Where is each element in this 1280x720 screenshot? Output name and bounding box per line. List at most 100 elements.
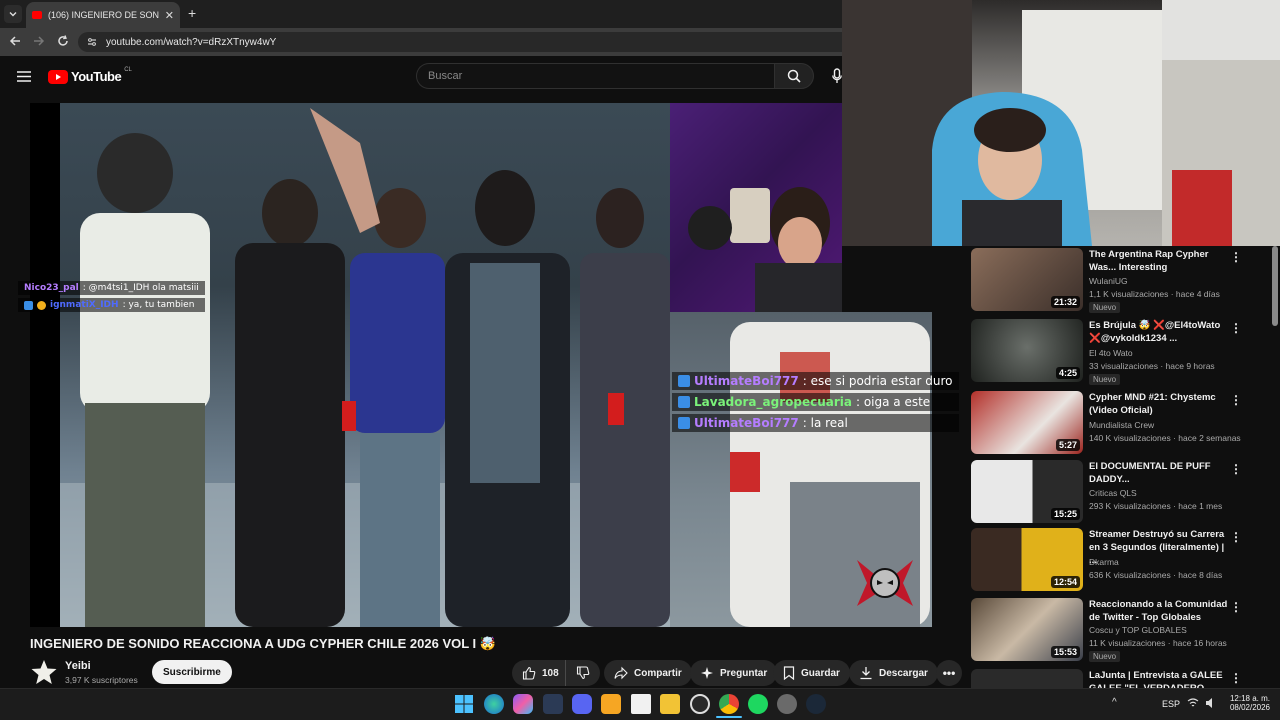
video-thumbnail[interactable]: 4:25 xyxy=(971,319,1083,382)
edge-icon[interactable] xyxy=(484,694,504,714)
recommendation-channel[interactable]: Criticas QLS xyxy=(1089,488,1137,498)
chat-text: : oiga a este xyxy=(855,395,931,409)
video-thumbnail[interactable]: 15:53 xyxy=(971,598,1083,661)
channel-name[interactable]: Yeibi xyxy=(65,660,91,672)
back-button[interactable] xyxy=(8,34,22,48)
more-horizontal-icon: ••• xyxy=(942,666,956,680)
recommendation-channel[interactable]: WulaniUG xyxy=(1089,276,1128,286)
recommendation-channel[interactable]: Dkarma xyxy=(1089,557,1119,567)
recommendation-title[interactable]: Cypher MND #21: Chystemc (Video Oficial) xyxy=(1089,391,1229,417)
chat-message: Lavadora_agropecuaria : oiga a este xyxy=(672,393,959,411)
search-input[interactable]: Buscar xyxy=(416,63,774,89)
chevron-up-icon[interactable]: ^ xyxy=(1112,697,1117,708)
steam-icon[interactable] xyxy=(806,694,826,714)
recommendation-meta: 140 K visualizaciones · hace 2 semanas xyxy=(1089,433,1241,443)
video-thumbnail[interactable]: 21:32 xyxy=(971,248,1083,311)
recommendation-title[interactable]: LaJunta | Entrevista a GALEE GALEE "EL V… xyxy=(1089,669,1229,688)
more-options-icon[interactable]: ⋮ xyxy=(1230,671,1242,685)
clock[interactable]: 12:18 a. m. 08/02/2026 xyxy=(1228,694,1270,712)
more-options-icon[interactable]: ⋮ xyxy=(1230,530,1242,544)
more-options-icon[interactable]: ⋮ xyxy=(1230,462,1242,476)
voice-search-button[interactable] xyxy=(832,68,842,84)
chat-username: Nico23_pal xyxy=(24,283,79,293)
recommendation-channel[interactable]: Mundialista Crew xyxy=(1089,420,1154,430)
recommendation-item[interactable]: 15:53 Reaccionando a la Comunidad de Twi… xyxy=(970,596,1260,662)
video-thumbnail[interactable]: 12:54 xyxy=(971,528,1083,591)
chat-badge-icon xyxy=(678,417,690,429)
recommendation-title[interactable]: Reaccionando a la Comunidad de Twitter -… xyxy=(1089,598,1229,624)
file-explorer-icon[interactable] xyxy=(660,694,680,714)
youtube-favicon-icon xyxy=(32,11,42,19)
ask-label: Preguntar xyxy=(720,667,768,679)
more-options-icon[interactable]: ⋮ xyxy=(1230,250,1242,264)
new-badge: Nuevo xyxy=(1089,651,1121,662)
obs-icon[interactable] xyxy=(690,694,710,714)
spotify-icon[interactable] xyxy=(748,694,768,714)
share-button[interactable]: Compartir xyxy=(604,660,692,686)
recommendation-channel[interactable]: El 4to Wato xyxy=(1089,348,1133,358)
video-thumbnail[interactable]: 15:25 xyxy=(971,460,1083,523)
app-icon[interactable] xyxy=(543,694,563,714)
thumbs-down-icon xyxy=(576,666,590,680)
chrome-icon[interactable] xyxy=(719,694,739,714)
like-count: 108 xyxy=(542,667,559,679)
recommendation-item[interactable]: 12:54 Streamer Destruyó su Carrera en 3 … xyxy=(970,526,1260,592)
more-actions-button[interactable]: ••• xyxy=(936,660,962,686)
save-button[interactable]: Guardar xyxy=(773,660,850,686)
forward-button[interactable] xyxy=(32,34,46,48)
more-options-icon[interactable]: ⋮ xyxy=(1230,321,1242,335)
like-button[interactable]: 108 xyxy=(512,660,567,686)
windows-logo-icon xyxy=(455,695,473,713)
ask-button[interactable]: Preguntar xyxy=(690,660,778,686)
recommendation-title[interactable]: The Argentina Rap Cypher Was... Interest… xyxy=(1089,248,1229,274)
notepad-icon[interactable] xyxy=(631,694,651,714)
tab-search-button[interactable] xyxy=(4,5,22,23)
recommendation-item[interactable]: 5:27 Cypher MND #21: Chystemc (Video Ofi… xyxy=(970,389,1260,455)
chat-message: UltimateBoi777 : ese si podria estar dur… xyxy=(672,372,959,390)
copilot-icon[interactable] xyxy=(513,694,533,714)
chat-text: : ese si podria estar duro xyxy=(802,374,953,388)
download-button[interactable]: Descargar xyxy=(849,660,938,686)
volume-icon[interactable] xyxy=(1205,697,1217,709)
recommendation-title[interactable]: El DOCUMENTAL DE PUFF DADDY... xyxy=(1089,460,1229,486)
hamburger-icon xyxy=(17,71,31,82)
skull-logo-icon xyxy=(857,560,913,606)
reload-button[interactable] xyxy=(56,34,70,48)
address-bar[interactable]: youtube.com/watch?v=dRzXTnyw4wY xyxy=(78,32,842,52)
search-button[interactable] xyxy=(774,63,814,89)
video-thumbnail[interactable]: 5:27 xyxy=(971,391,1083,454)
chat-overlay-left: Nico23_pal : @m4tsi1_IDH ola matsiii ign… xyxy=(18,281,205,312)
language-indicator[interactable]: ESP xyxy=(1162,699,1180,709)
share-icon xyxy=(614,666,628,680)
recommendation-item[interactable]: 21:32 The Argentina Rap Cypher Was... In… xyxy=(970,246,1260,313)
close-tab-icon[interactable]: ✕ xyxy=(165,9,174,22)
recommendation-title[interactable]: Es Brújula 🤯 ❌@El4toWato ❌@vykoldk1234 .… xyxy=(1089,319,1229,345)
youtube-logo[interactable]: YouTube CL xyxy=(48,67,132,84)
video-duration: 4:25 xyxy=(1055,367,1080,379)
recommendation-item[interactable]: 15:25 El DOCUMENTAL DE PUFF DADDY... Cri… xyxy=(970,458,1260,524)
channel-avatar[interactable] xyxy=(30,658,58,686)
dislike-button[interactable] xyxy=(565,660,600,686)
discord-icon[interactable] xyxy=(572,694,592,714)
recommendation-item[interactable]: LaJunta | Entrevista a GALEE GALEE "EL V… xyxy=(970,667,1260,688)
subscribe-button[interactable]: Suscribirme xyxy=(152,660,232,684)
save-label: Guardar xyxy=(801,667,840,679)
settings-icon[interactable] xyxy=(777,694,797,714)
sidebar-scrollbar[interactable] xyxy=(1272,246,1278,326)
more-options-icon[interactable]: ⋮ xyxy=(1230,600,1242,614)
more-options-icon[interactable]: ⋮ xyxy=(1230,393,1242,407)
video-player[interactable] xyxy=(60,103,670,627)
start-button[interactable] xyxy=(455,695,473,713)
chat-text: : @m4tsi1_IDH ola matsiii xyxy=(82,283,199,293)
video-letterbox-left xyxy=(30,103,60,627)
video-thumbnail[interactable] xyxy=(971,669,1083,688)
new-tab-button[interactable]: + xyxy=(188,5,196,21)
menu-button[interactable] xyxy=(17,71,31,82)
browser-tab[interactable]: (106) INGENIERO DE SONIDO R ✕ xyxy=(26,2,180,28)
recommendation-channel[interactable]: Coscu y TOP GLOBALES xyxy=(1089,625,1187,635)
site-info-icon[interactable] xyxy=(86,36,98,48)
recommendation-item[interactable]: 4:25 Es Brújula 🤯 ❌@El4toWato ❌@vykoldk1… xyxy=(970,317,1260,385)
video-duration: 15:53 xyxy=(1050,646,1080,658)
vlc-icon[interactable] xyxy=(601,694,621,714)
network-icon[interactable] xyxy=(1187,697,1199,709)
